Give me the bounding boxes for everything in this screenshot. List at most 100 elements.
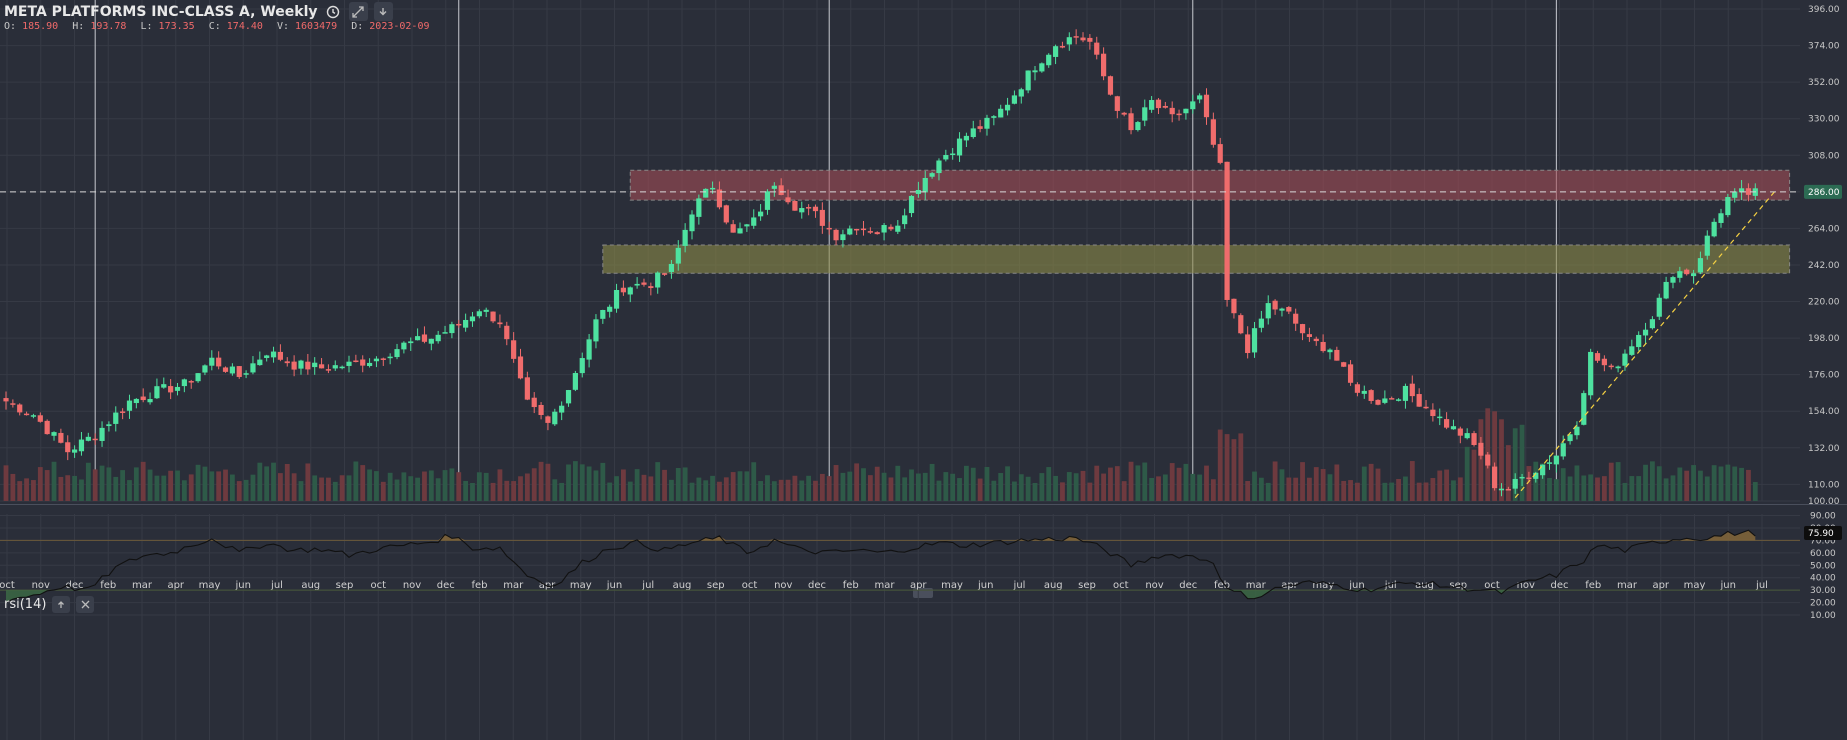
candle-body: [991, 116, 997, 118]
time-tick-label: mar: [875, 580, 896, 591]
time-tick-label: mar: [503, 580, 524, 591]
time-tick-label: may: [570, 580, 592, 591]
close-icon[interactable]: [76, 596, 95, 613]
candle-body: [867, 231, 873, 233]
volume-bar: [360, 465, 366, 501]
candle-body: [689, 214, 695, 232]
candle-body: [648, 286, 654, 289]
candle-body: [1690, 273, 1697, 277]
volume-bar: [1451, 480, 1456, 501]
candle-body: [1114, 96, 1120, 111]
volume-bar: [895, 465, 901, 501]
clock-icon[interactable]: [324, 2, 343, 21]
candle-body: [1313, 338, 1319, 342]
candle-body: [1059, 46, 1066, 48]
price-tick-label: 396.00: [1808, 5, 1840, 15]
candle-body: [229, 366, 235, 374]
candle-body: [730, 224, 736, 233]
chart-area[interactable]: 396.00 374.00 352.00 330.00 308.00 286.00 264.…: [0, 0, 1847, 740]
time-tick-label: feb: [100, 580, 116, 591]
candle-body: [1087, 37, 1093, 42]
volume-bar: [120, 470, 126, 501]
volume-bar: [1300, 462, 1305, 501]
candle-body: [854, 228, 860, 231]
volume-bar: [339, 475, 345, 501]
candle-body: [1615, 366, 1621, 369]
volume-bar: [1650, 461, 1655, 501]
candle-body: [1046, 54, 1052, 66]
candle-body: [579, 358, 585, 374]
candle-body: [1368, 390, 1374, 401]
candle-body: [675, 247, 681, 264]
time-tick-label: oct: [370, 580, 386, 591]
candle-body: [325, 369, 332, 371]
price-tick-label: 100.00: [1808, 497, 1840, 507]
candle-body: [1581, 393, 1587, 425]
volume-bar: [17, 481, 23, 501]
candle-body: [1025, 70, 1031, 91]
candle: [703, 188, 709, 198]
volume-bar: [1307, 477, 1312, 501]
candle-body: [30, 415, 37, 417]
candle-body: [373, 358, 380, 362]
volume-bar: [1114, 466, 1120, 501]
arrow-up-icon[interactable]: [52, 596, 71, 613]
expand-icon[interactable]: [348, 2, 368, 21]
candle-body: [1642, 329, 1649, 336]
candle-body: [895, 225, 901, 232]
candle-body: [1711, 221, 1717, 237]
chart-header: META PLATFORMS INC-CLASS A, Weekly: [4, 2, 393, 21]
candle-body: [1162, 105, 1168, 108]
candle-body: [641, 282, 647, 285]
time-tick-label: sep: [707, 580, 725, 591]
volume-bar: [1046, 467, 1052, 501]
candle-body: [799, 208, 805, 213]
volume-label: V:: [276, 21, 289, 32]
volume-bar: [1704, 476, 1710, 501]
candle-body: [977, 126, 983, 129]
volume-bar: [168, 470, 174, 501]
candle-body: [682, 229, 688, 246]
candle-body: [922, 178, 928, 193]
volume-bar: [929, 463, 935, 501]
candle-body: [490, 311, 496, 322]
volume-bar: [37, 467, 43, 501]
volume-bar: [387, 472, 393, 501]
volume-bar: [1252, 471, 1257, 501]
candle-body: [1670, 277, 1676, 283]
candle-body: [661, 273, 668, 275]
volume-bar: [1176, 467, 1182, 501]
candle-body: [23, 413, 30, 416]
price-tick-label: 308.00: [1808, 151, 1840, 161]
volume-bar: [518, 476, 523, 501]
candle-body: [1732, 191, 1738, 198]
volume-bar: [1581, 475, 1587, 501]
volume-bar: [161, 475, 167, 501]
chart-svg[interactable]: 396.00 374.00 352.00 330.00 308.00 286.00 264.…: [0, 0, 1847, 740]
volume-bar: [1245, 481, 1251, 501]
volume-bar: [284, 463, 290, 501]
candle-body: [161, 384, 167, 388]
candle-body: [17, 404, 23, 413]
candle-body: [1704, 235, 1710, 256]
candle-body: [1011, 95, 1018, 104]
candle-body: [1334, 349, 1340, 361]
candle-body: [1444, 419, 1450, 428]
volume-bar: [202, 466, 208, 501]
candle-body: [1320, 341, 1326, 352]
candle-body: [511, 340, 517, 359]
download-icon[interactable]: [373, 2, 393, 21]
volume-bar: [106, 467, 112, 501]
candle-body: [1457, 428, 1463, 436]
volume-bar: [1416, 482, 1422, 501]
volume-bar: [1595, 477, 1600, 501]
volume-bar: [1334, 464, 1340, 501]
candle-body: [147, 399, 153, 403]
volume-bar: [326, 477, 331, 501]
volume-bar: [566, 464, 571, 501]
volume-bar: [511, 481, 517, 501]
candle-body: [655, 272, 661, 288]
time-tick-label: apr: [910, 580, 927, 591]
price-tick-label: 264.00: [1808, 224, 1840, 234]
volume-bar: [586, 466, 592, 501]
